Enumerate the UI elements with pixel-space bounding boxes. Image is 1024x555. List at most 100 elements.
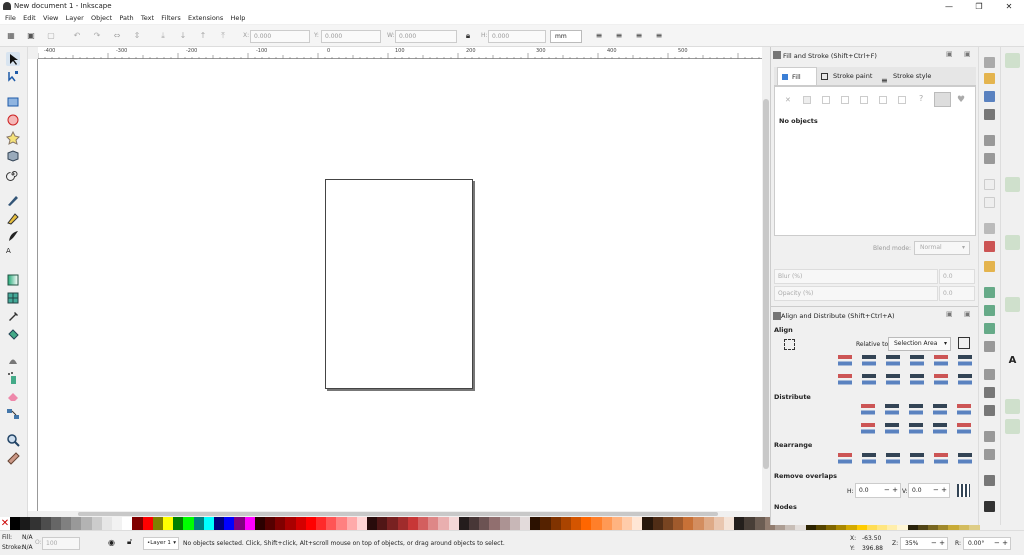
- more-commands-icon[interactable]: [984, 501, 995, 512]
- align-top-icon[interactable]: [862, 374, 876, 388]
- unit-select[interactable]: mm: [550, 30, 582, 43]
- unlink-clone-icon[interactable]: [984, 405, 995, 416]
- selector-tool-icon[interactable]: [6, 52, 20, 66]
- vertical-scrollbar[interactable]: [762, 59, 770, 511]
- pen-tool-icon[interactable]: [6, 193, 20, 207]
- snap-guide-icon[interactable]: [1005, 419, 1020, 434]
- overlap-h-field[interactable]: 0.0 − +: [855, 483, 901, 498]
- w-field[interactable]: 0.000: [395, 30, 457, 43]
- tab-stroke-style[interactable]: ≡ Stroke style: [879, 67, 937, 85]
- distribute-center-v-icon[interactable]: [885, 423, 899, 437]
- rotate-cw-icon[interactable]: ↷: [92, 31, 102, 41]
- opacity-slider[interactable]: Opacity (%): [774, 286, 938, 301]
- gradient-tool-icon[interactable]: [6, 273, 20, 287]
- move-patterns-icon[interactable]: ≡: [654, 31, 664, 41]
- align-text-baseline-v-icon[interactable]: [958, 374, 972, 388]
- treat-as-group-icon[interactable]: [784, 339, 795, 350]
- menu-help[interactable]: Help: [231, 13, 246, 24]
- clone-icon[interactable]: [984, 387, 995, 398]
- randomize-positions-icon[interactable]: [934, 453, 948, 467]
- x-field[interactable]: 0.000: [250, 30, 310, 43]
- panel-close-icon[interactable]: ▣: [964, 50, 971, 58]
- align-bottom-icon[interactable]: [910, 374, 924, 388]
- paint-bucket-tool-icon[interactable]: [6, 327, 20, 341]
- snap-bbox-icon[interactable]: [1005, 75, 1020, 90]
- snap-cusp-icon[interactable]: [1005, 235, 1020, 250]
- maximize-button[interactable]: ❐: [964, 1, 994, 12]
- menu-text[interactable]: Text: [141, 13, 154, 24]
- connector-tool-icon[interactable]: [6, 407, 20, 421]
- blur-slider[interactable]: Blur (%): [774, 269, 938, 284]
- distribute-baseline-v-icon[interactable]: [957, 423, 971, 437]
- menu-edit[interactable]: Edit: [23, 13, 36, 24]
- snap-intersection-icon[interactable]: [1005, 219, 1020, 234]
- distribute-center-h-icon[interactable]: [885, 404, 899, 418]
- unset-paint-icon[interactable]: ?: [919, 94, 923, 103]
- snap-bbox-edge-icon[interactable]: [1005, 97, 1020, 112]
- mesh-tool-icon[interactable]: [6, 291, 20, 305]
- spin-minus-plus-icon[interactable]: − +: [933, 484, 947, 497]
- pattern-icon[interactable]: [879, 96, 887, 104]
- stroke-indicator-value[interactable]: N/A: [22, 544, 33, 551]
- mesh-gradient-icon[interactable]: [860, 96, 868, 104]
- relative-to-select[interactable]: Selection Area ▾: [888, 337, 951, 351]
- rectangle-tool-icon[interactable]: [6, 95, 20, 109]
- export-icon[interactable]: [984, 153, 995, 164]
- align-right-to-left-icon[interactable]: [838, 355, 852, 369]
- distribute-baseline-h-icon[interactable]: [957, 404, 971, 418]
- flat-color-icon[interactable]: [803, 96, 811, 104]
- flip-horizontal-icon[interactable]: ⇔: [112, 31, 122, 41]
- vertical-scroll-thumb[interactable]: [763, 99, 769, 469]
- lower-bottom-icon[interactable]: ⤓: [158, 31, 168, 41]
- eye-icon[interactable]: ◉: [108, 538, 115, 547]
- unclump-icon[interactable]: [958, 453, 972, 467]
- eraser-tool-icon[interactable]: [6, 389, 20, 403]
- menu-object[interactable]: Object: [91, 13, 112, 24]
- menu-layer[interactable]: Layer: [66, 13, 84, 24]
- spray-tool-icon[interactable]: [6, 371, 20, 385]
- minimize-button[interactable]: —: [934, 1, 964, 12]
- distribute-top-icon[interactable]: [861, 423, 875, 437]
- raise-icon[interactable]: ↑: [198, 31, 208, 41]
- move-gradients-icon[interactable]: ≡: [634, 31, 644, 41]
- dropper-tool-icon[interactable]: [6, 309, 20, 323]
- horizontal-scroll-thumb[interactable]: [78, 512, 718, 516]
- undo-icon[interactable]: [984, 179, 995, 190]
- print-icon[interactable]: [984, 109, 995, 120]
- rearrange-graph-icon[interactable]: [838, 453, 852, 467]
- deselect-icon[interactable]: ▢: [46, 31, 56, 41]
- opacity-field[interactable]: 0.0: [939, 286, 975, 301]
- exchange-z-order-icon[interactable]: [886, 453, 900, 467]
- radial-gradient-icon[interactable]: [841, 96, 849, 104]
- cut-icon[interactable]: [984, 241, 995, 252]
- align-top-to-bottom-icon[interactable]: [934, 374, 948, 388]
- document-page[interactable]: [325, 179, 473, 389]
- distribute-right-icon[interactable]: [909, 404, 923, 418]
- snap-bbox-midpoint-icon[interactable]: [1005, 141, 1020, 156]
- align-left-to-right-icon[interactable]: [934, 355, 948, 369]
- fill-rule-nonzero-icon[interactable]: ♥: [957, 95, 965, 105]
- raise-top-icon[interactable]: ⤒: [218, 31, 228, 41]
- calligraphy-tool-icon[interactable]: [6, 229, 20, 243]
- fill-rule-evenodd-icon[interactable]: [934, 92, 951, 107]
- h-field[interactable]: 0.000: [488, 30, 546, 43]
- spin-minus-plus-icon[interactable]: − +: [931, 538, 945, 549]
- distribute-gaps-h-icon[interactable]: [933, 404, 947, 418]
- blend-mode-select[interactable]: Normal ▾: [914, 241, 970, 255]
- tweak-tool-icon[interactable]: [6, 353, 20, 367]
- snap-smooth-icon[interactable]: [1005, 253, 1020, 268]
- swatch-icon[interactable]: [898, 96, 906, 104]
- align-text-baseline-h-icon[interactable]: [958, 355, 972, 369]
- menu-filters[interactable]: Filters: [161, 13, 180, 24]
- rotate-ccw-icon[interactable]: ↶: [72, 31, 82, 41]
- distribute-left-icon[interactable]: [861, 404, 875, 418]
- menu-file[interactable]: File: [5, 13, 16, 24]
- scale-corners-icon[interactable]: ≡: [614, 31, 624, 41]
- flip-vertical-icon[interactable]: ⇕: [132, 31, 142, 41]
- no-paint-swatch[interactable]: ✕: [0, 517, 10, 530]
- zoom-page-icon[interactable]: [984, 323, 995, 334]
- overlap-v-field[interactable]: 0.0 − +: [908, 483, 950, 498]
- snap-grid-icon[interactable]: [1005, 399, 1020, 414]
- menu-extensions[interactable]: Extensions: [188, 13, 223, 24]
- 3d-box-tool-icon[interactable]: [6, 149, 20, 163]
